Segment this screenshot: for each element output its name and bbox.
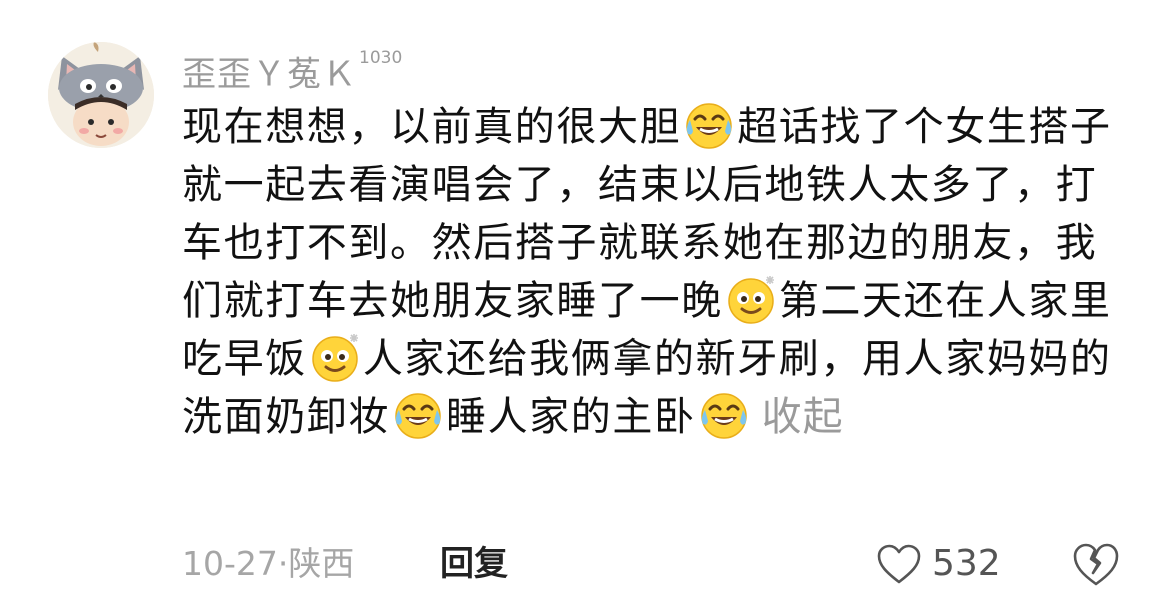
meta-separator: ·	[277, 544, 289, 583]
comment-meta: 10-27·陕西	[182, 540, 354, 588]
broken-heart-icon[interactable]	[1072, 542, 1120, 588]
comment-location: 陕西	[288, 544, 355, 583]
comment-body: 现在想想，以前真的很大胆 超话找了个女生搭子就一起去看演唱会了，结束以后地铁人太…	[182, 98, 1132, 446]
collapse-link[interactable]: 收起	[762, 394, 844, 440]
laughing-tears-emoji	[700, 393, 747, 439]
like-count: 532	[932, 543, 1001, 584]
username-text[interactable]: 歪歪Ｙ菟Ｋ	[182, 54, 357, 94]
reply-button[interactable]: 回复	[440, 540, 508, 588]
like-button[interactable]: 532	[876, 540, 1001, 588]
comment-text-5: 睡人家的主卧	[446, 394, 696, 440]
avatar[interactable]	[48, 42, 154, 148]
laughing-tears-emoji	[686, 103, 732, 149]
laughing-tears-emoji	[395, 393, 441, 439]
avatar-cat-hat-icon	[48, 42, 154, 148]
sparkle-grin-emoji	[728, 276, 774, 324]
username[interactable]: 歪歪Ｙ菟Ｋ 1030	[182, 44, 402, 98]
sparkle-grin-emoji	[312, 334, 358, 382]
heart-outline-icon[interactable]	[876, 543, 922, 585]
comment-date: 10-27	[182, 544, 278, 583]
level-badge: 1030	[359, 48, 403, 68]
comment-text-1: 现在想想，以前真的很大胆	[182, 104, 682, 150]
